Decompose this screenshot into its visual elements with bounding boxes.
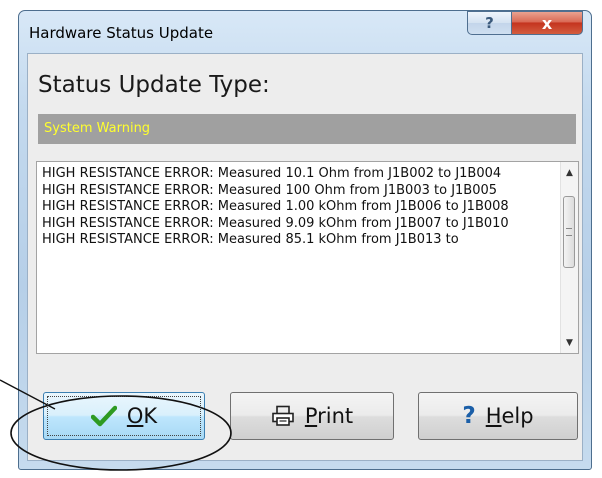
close-icon: x	[541, 13, 553, 33]
ok-button[interactable]: OK	[43, 392, 205, 440]
window-title: Hardware Status Update	[29, 24, 214, 42]
dialog-window: Hardware Status Update ? x Status Update…	[18, 10, 592, 470]
vertical-scrollbar[interactable]: ▲ ▼	[560, 162, 578, 353]
grip-icon	[566, 228, 572, 236]
print-button[interactable]: Print	[230, 392, 394, 440]
scroll-down-arrow-icon[interactable]: ▼	[561, 334, 578, 351]
scroll-thumb[interactable]	[563, 196, 575, 268]
title-help-button[interactable]: ?	[467, 11, 511, 35]
question-icon: ?	[485, 14, 494, 32]
print-button-label: Print	[304, 404, 354, 428]
close-button[interactable]: x	[511, 11, 583, 35]
log-line: HIGH RESISTANCE ERROR: Measured 9.09 kOh…	[42, 215, 509, 231]
log-line: HIGH RESISTANCE ERROR: Measured 1.00 kOh…	[42, 199, 509, 214]
title-bar[interactable]: Hardware Status Update ? x	[19, 11, 591, 53]
focus-ring	[47, 396, 201, 436]
caption-buttons: ? x	[467, 11, 583, 36]
question-icon: ?	[462, 403, 476, 429]
log-line: HIGH RESISTANCE ERROR: Measured 100 Ohm …	[42, 182, 498, 198]
scroll-up-arrow-icon[interactable]: ▲	[561, 164, 578, 181]
printer-icon	[271, 405, 295, 427]
status-type-value: System Warning	[44, 121, 151, 136]
status-type-field: System Warning	[38, 114, 576, 144]
help-button[interactable]: ? Help	[418, 392, 578, 440]
status-log-lines: HIGH RESISTANCE ERROR: Measured 10.1 Ohm…	[42, 166, 552, 350]
status-type-heading: Status Update Type:	[38, 72, 270, 98]
dialog-body: Status Update Type: System Warning HIGH …	[27, 53, 583, 461]
log-line: HIGH RESISTANCE ERROR: Measured 10.1 Ohm…	[42, 166, 502, 181]
help-button-label: Help	[485, 404, 534, 428]
status-log-list[interactable]: HIGH RESISTANCE ERROR: Measured 10.1 Ohm…	[36, 161, 579, 354]
log-line: HIGH RESISTANCE ERROR: Measured 85.1 kOh…	[42, 232, 459, 247]
